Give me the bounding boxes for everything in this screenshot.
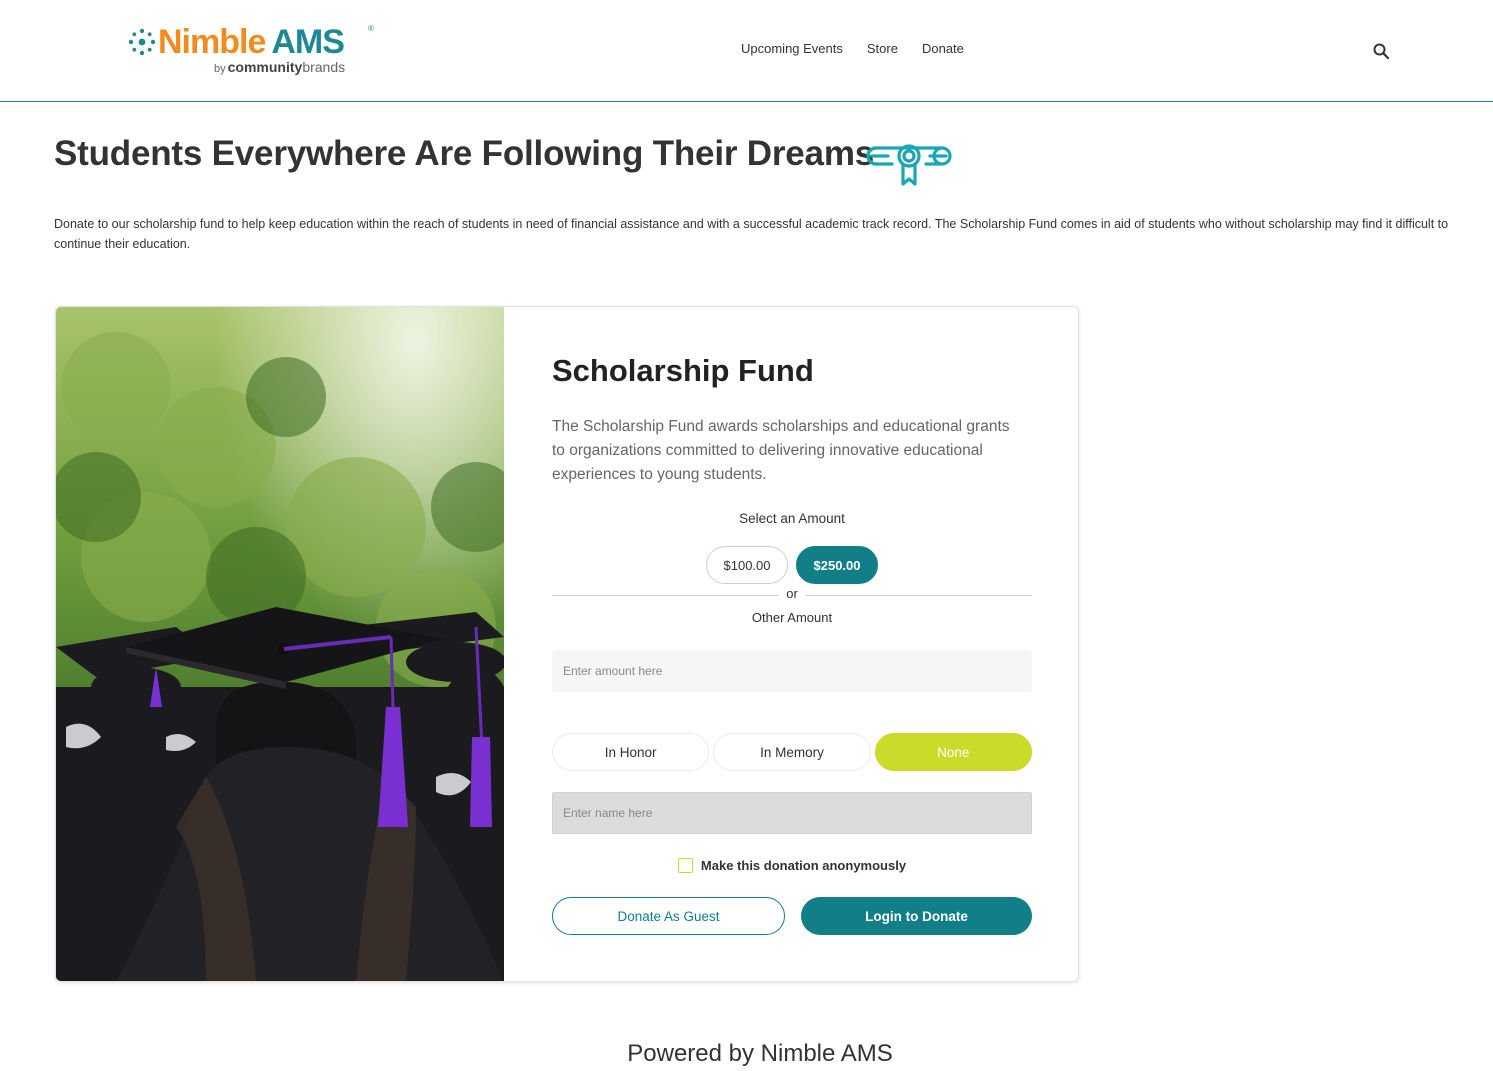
- other-amount-input[interactable]: [552, 650, 1032, 692]
- logo-name-part1: Nimble: [158, 23, 266, 61]
- or-divider-text: or: [552, 586, 1032, 601]
- fund-description: The Scholarship Fund awards scholarships…: [552, 418, 1010, 483]
- donation-form: Scholarship Fund The Scholarship Fund aw…: [552, 307, 1032, 981]
- main-nav: Upcoming Events Store Donate: [741, 41, 964, 56]
- tribute-options: In Honor In Memory None: [552, 733, 1032, 771]
- donate-as-guest-button[interactable]: Donate As Guest: [552, 897, 785, 935]
- tribute-in-memory[interactable]: In Memory: [713, 733, 871, 771]
- graduation-photo-image: [56, 307, 504, 981]
- anonymous-label: Make this donation anonymously: [700, 858, 907, 873]
- logo-registered-mark: ®: [368, 24, 374, 33]
- logo-company-bold: community: [227, 59, 303, 75]
- logo-sparkle-icon: [128, 28, 156, 56]
- logo-byline: by communitybrands: [214, 59, 345, 75]
- login-to-donate-button[interactable]: Login to Donate: [801, 897, 1032, 935]
- amount-option-100[interactable]: $100.00: [706, 546, 788, 584]
- fund-title: Scholarship Fund: [552, 353, 814, 388]
- nav-donate[interactable]: Donate: [922, 41, 964, 56]
- nav-upcoming-events[interactable]: Upcoming Events: [741, 41, 843, 56]
- intro-paragraph: Donate to our scholarship fund to help k…: [54, 217, 1449, 251]
- page-title: Students Everywhere Are Following Their …: [54, 134, 874, 173]
- select-amount-label: Select an Amount: [739, 511, 845, 526]
- anonymous-checkbox[interactable]: [677, 858, 693, 873]
- powered-by-footer: Powered by Nimble AMS: [627, 1040, 893, 1067]
- logo-company-light: brands: [302, 59, 346, 75]
- donation-card: Scholarship Fund The Scholarship Fund aw…: [55, 306, 1079, 982]
- tribute-none[interactable]: None: [874, 733, 1032, 771]
- nimble-ams-logo[interactable]: Nimble AMS ® by communitybrands: [128, 22, 378, 78]
- graduation-photo: [56, 307, 504, 981]
- logo-by-text: by: [214, 63, 226, 75]
- anonymous-option[interactable]: Make this donation anonymously: [552, 858, 1032, 873]
- logo-name-part2: AMS: [271, 23, 345, 61]
- amount-options: $100.00 $250.00: [552, 546, 1032, 584]
- action-buttons: Donate As Guest Login to Donate: [552, 897, 1032, 935]
- logo-wordmark: Nimble AMS: [158, 22, 345, 62]
- diploma-icon: [866, 144, 952, 186]
- search-icon[interactable]: [1372, 42, 1390, 60]
- site-header: Nimble AMS ® by communitybrands Upcoming E…: [0, 0, 1493, 102]
- tribute-in-honor[interactable]: In Honor: [552, 733, 710, 771]
- nav-store[interactable]: Store: [867, 41, 898, 56]
- tribute-name-input[interactable]: [552, 792, 1032, 834]
- or-label: or: [778, 586, 806, 601]
- amount-option-250[interactable]: $250.00: [796, 546, 878, 584]
- other-amount-label: Other Amount: [751, 610, 833, 625]
